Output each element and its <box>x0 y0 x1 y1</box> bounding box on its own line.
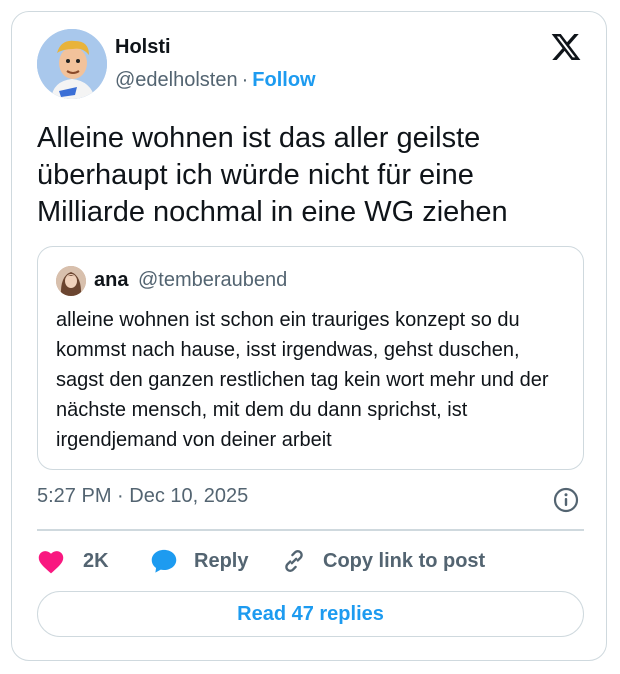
quoted-author-name: ana <box>94 269 129 291</box>
copy-link-button[interactable]: Copy link to post <box>281 543 485 579</box>
action-bar: 2K Reply Copy link to post <box>37 543 584 579</box>
tweet-timestamp[interactable]: 5:27 PM · Dec 10, 2025 <box>37 485 248 508</box>
tweet-text: Alleine wohnen ist das aller geilste übe… <box>37 122 508 228</box>
author-handle[interactable]: @edelholsten <box>115 69 238 91</box>
like-button[interactable]: 2K <box>37 543 109 579</box>
divider <box>37 529 584 531</box>
follow-button[interactable]: Follow <box>252 69 315 91</box>
quoted-author-avatar[interactable] <box>56 266 86 296</box>
read-replies-label: Read 47 replies <box>237 602 384 625</box>
x-logo-icon[interactable] <box>550 31 582 63</box>
author-name[interactable]: Holsti <box>115 36 171 59</box>
link-icon <box>285 550 303 572</box>
heart-icon <box>38 551 64 574</box>
read-replies-button[interactable]: Read 47 replies <box>37 591 584 637</box>
quoted-author-handle: @temberaubend <box>138 269 288 291</box>
tweet-time: 5:27 PM <box>37 485 112 507</box>
copy-link-label: Copy link to post <box>323 549 486 572</box>
tweet-date: Dec 10, 2025 <box>129 485 249 507</box>
reply-button[interactable]: Reply <box>150 543 248 579</box>
author-avatar[interactable] <box>37 29 107 99</box>
quoted-tweet[interactable]: ana @temberaubend alleine wohnen ist sch… <box>37 246 584 470</box>
info-icon[interactable] <box>553 487 579 513</box>
reply-bubble-icon <box>151 549 177 573</box>
quoted-tweet-text: alleine wohnen ist schon ein trauriges k… <box>56 309 549 451</box>
separator-dot: · <box>241 69 249 91</box>
timestamp-separator: · <box>117 485 124 507</box>
author-handle-row: @edelholsten · Follow <box>115 69 316 92</box>
reply-label: Reply <box>194 549 249 572</box>
like-count: 2K <box>83 549 109 572</box>
